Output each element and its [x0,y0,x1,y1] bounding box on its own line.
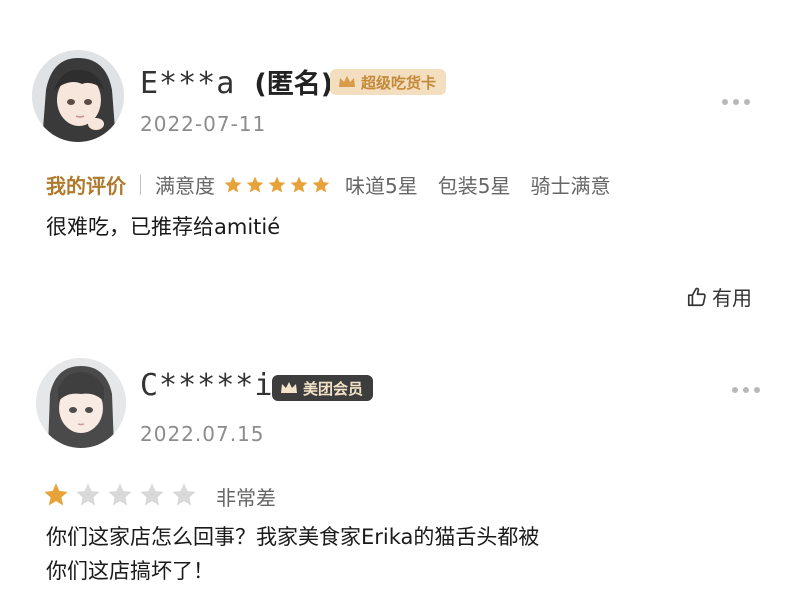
review-content-line: 你们这店搞坏了！ [46,559,214,583]
more-dots-icon [722,99,728,105]
taste-rating: 味道5星 [345,174,418,198]
avatar[interactable] [32,50,124,142]
review-content: 你们这家店怎么回事？我家美食家Erika的猫舌头都被 你们这店搞坏了！ [46,520,539,588]
packaging-rating: 包装5星 [437,174,511,198]
member-badge[interactable]: 超级吃货卡 [330,69,447,95]
username[interactable]: C*****i [140,368,273,403]
more-dots-icon [732,387,738,393]
more-options-button[interactable] [732,387,760,393]
review-content-line: 你们这家店怎么回事？我家美食家Erika的猫舌头都被 [46,525,540,549]
username-text: C*****i [140,368,274,403]
star-icon [268,176,286,192]
more-dot [743,387,749,393]
star-icon [140,483,164,506]
review-content: 很难吃，已推荐给amitié [46,215,281,239]
review-date: 2022.07.15 [140,422,265,446]
thumbs-up-icon [687,287,706,306]
more-dot [744,99,750,105]
useful-button[interactable]: 有用 [686,282,752,311]
star-rating [223,175,331,195]
star-icon [172,483,196,506]
avatar[interactable] [36,358,126,448]
more-dot [733,99,739,105]
username[interactable]: E***a (匿名) [140,62,333,101]
star-rating [42,481,198,509]
member-badge[interactable]: 美团会员 [272,375,374,401]
star-icon [108,483,132,506]
star-icon [246,176,264,192]
anonymous-tag: (匿名) [254,69,334,100]
avatar-anime-girl-icon [32,50,124,142]
star-icon [290,176,308,192]
satisfaction-label: 满意度 [155,174,215,198]
rating-text: 非常差 [216,486,276,510]
more-options-button[interactable] [722,99,750,105]
my-review-label: 我的评价 [46,174,126,198]
rating-row: 我的评价 满意度 味道5星 包装5星 骑士满意 [46,170,610,199]
more-dot [754,387,760,393]
crown-icon [281,382,297,393]
review-card: E***a (匿名) 超级吃货卡 2022-07-11 我的评价 满意度 味道5… [0,0,800,340]
review-date: 2022-07-11 [140,112,267,136]
star-icon [76,483,100,506]
star-icon [312,176,330,192]
star-icon [44,483,68,506]
badge-label: 超级吃货卡 [361,73,437,92]
avatar-anime-girl-icon [36,358,126,448]
useful-label: 有用 [712,286,752,310]
rider-rating: 骑士满意 [530,174,611,198]
review-card: C*****i 美团会员 2022.07.15 非常差 你们这家店怎么回事？我家… [0,340,800,596]
username-text: E***a [140,66,236,101]
star-icon [224,176,242,192]
badge-label: 美团会员 [303,379,364,398]
crown-icon [339,76,355,87]
divider [140,174,141,195]
